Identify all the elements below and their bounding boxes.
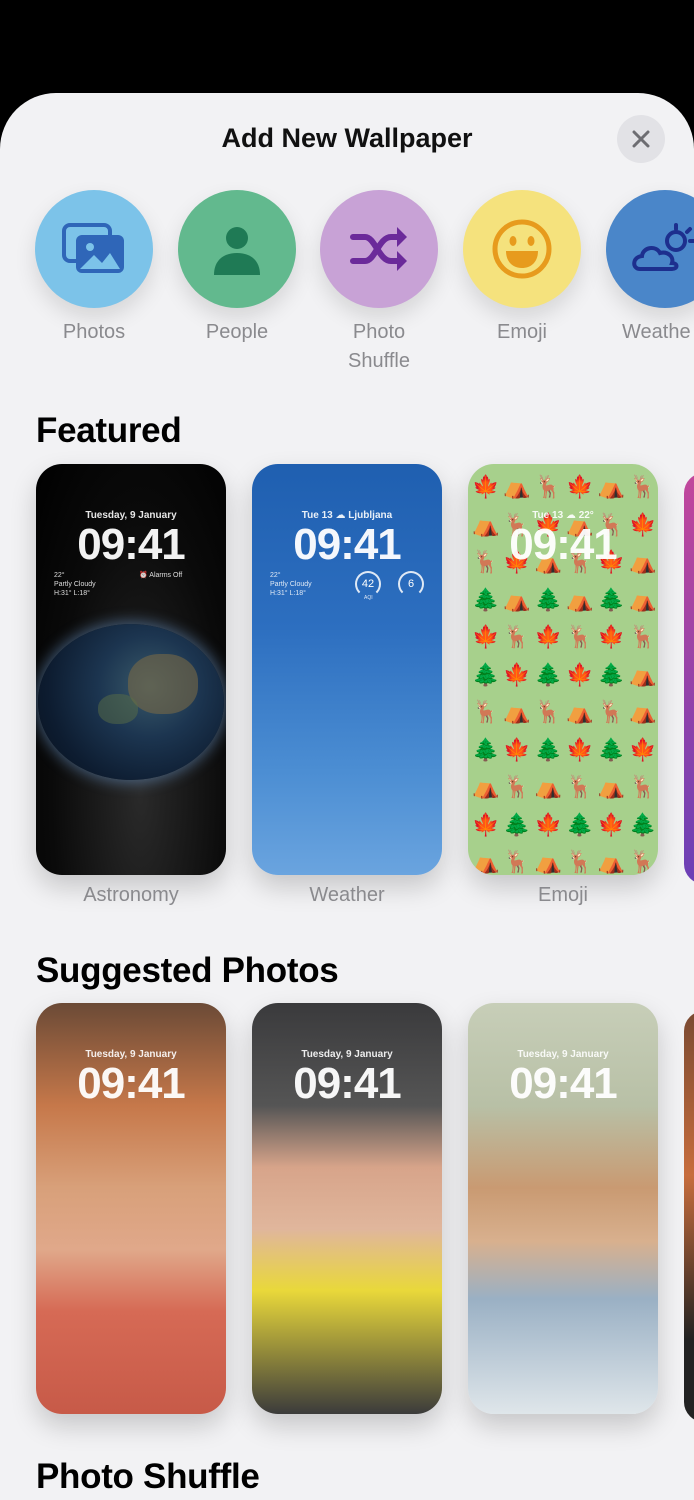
photo-shuffle-circle[interactable] <box>320 190 438 308</box>
featured-card-emoji[interactable]: 🍁⛺🦌🍁⛺🦌 ⛺🦌🍁⛺🦌🍁 🦌🍁⛺🦌🍁⛺ 🌲⛺🌲⛺🌲⛺ 🍁🦌🍁🦌🍁🦌 🌲🍁🌲🍁🌲⛺ 🦌⛺🦌⛺… <box>468 464 658 875</box>
type-people[interactable]: People <box>178 190 296 347</box>
weather-hilo: H:31° L:18° <box>270 590 306 597</box>
photos-icon <box>62 223 124 273</box>
aqi-label: AQI <box>364 595 373 601</box>
lock-time: 09:41 <box>77 520 186 569</box>
sheet-title: Add New Wallpaper <box>221 123 473 153</box>
continent-shape <box>98 694 138 724</box>
suggested-heading: Suggested Photos <box>36 951 339 990</box>
type-label-weather: Weathe <box>622 321 691 343</box>
lock-time: 09:41 <box>509 520 618 569</box>
photo-shuffle-heading: Photo Shuffle <box>36 1457 260 1496</box>
wallpaper-type-row: Photos People Photo Shuffle Emoji Weathe <box>0 190 694 380</box>
alarm-widget: ⏰ Alarms Off <box>139 571 182 580</box>
uv-gauge: 6 <box>398 571 424 597</box>
photos-circle[interactable] <box>35 190 153 308</box>
weather-circle[interactable] <box>606 190 694 308</box>
close-button[interactable] <box>617 115 665 163</box>
type-weather[interactable]: Weathe <box>606 190 694 347</box>
featured-card-next-partial[interactable] <box>684 473 694 884</box>
type-emoji[interactable]: Emoji <box>463 190 581 347</box>
alarm-icon: ⏰ <box>139 572 150 579</box>
lock-time: 09:41 <box>77 1059 186 1108</box>
emoji-circle[interactable] <box>463 190 581 308</box>
continent-shape <box>128 654 198 714</box>
featured-heading: Featured <box>36 411 182 450</box>
suggested-photo-card-partial[interactable] <box>684 1011 694 1422</box>
lock-time: 09:41 <box>509 1059 618 1108</box>
suggested-photo-card[interactable]: Tuesday, 9 January 09:41 <box>36 1003 226 1414</box>
lock-time: 09:41 <box>293 520 402 569</box>
weather-cloud-sun-icon <box>632 223 694 271</box>
shuffle-icon <box>350 227 407 271</box>
type-label-people: People <box>205 321 269 343</box>
close-icon <box>632 130 650 148</box>
featured-label-weather: Weather <box>309 884 385 906</box>
weather-widget: 22° Partly Cloudy H:31° L:18° <box>270 571 312 598</box>
weather-condition: Partly Cloudy <box>270 581 312 588</box>
add-wallpaper-sheet: Add New Wallpaper Photos People Photo Sh… <box>0 93 694 1500</box>
people-circle[interactable] <box>178 190 296 308</box>
type-label-photo-shuffle: Photo Shuffle <box>348 321 410 372</box>
featured-label-emoji: Emoji <box>537 884 588 906</box>
lock-time: 09:41 <box>293 1059 402 1108</box>
featured-label-astronomy: Astronomy <box>83 884 179 906</box>
suggested-photo-card[interactable]: Tuesday, 9 January 09:41 <box>252 1003 442 1414</box>
weather-hilo: H:31° L:18° <box>54 590 90 597</box>
person-icon <box>214 227 260 275</box>
type-photos[interactable]: Photos <box>35 190 153 347</box>
weather-temp: 22° <box>54 572 65 579</box>
featured-card-weather[interactable]: Tue 13 ☁ Ljubljana 09:41 22° Partly Clou… <box>252 464 442 875</box>
suggested-photo-card[interactable]: Tuesday, 9 January 09:41 <box>468 1003 658 1414</box>
smiley-icon <box>492 219 552 279</box>
weather-temp: 22° <box>270 572 281 579</box>
earth-image <box>38 624 224 780</box>
type-label-emoji: Emoji <box>496 321 547 343</box>
alarm-status: Alarms Off <box>149 572 183 579</box>
type-label-photos: Photos <box>62 321 126 343</box>
weather-condition: Partly Cloudy <box>54 581 96 588</box>
weather-widget: 22° Partly Cloudy H:31° L:18° <box>54 571 96 598</box>
type-photo-shuffle[interactable]: Photo Shuffle <box>320 190 438 376</box>
featured-card-astronomy[interactable]: Tuesday, 9 January 09:41 22° Partly Clou… <box>36 464 226 875</box>
